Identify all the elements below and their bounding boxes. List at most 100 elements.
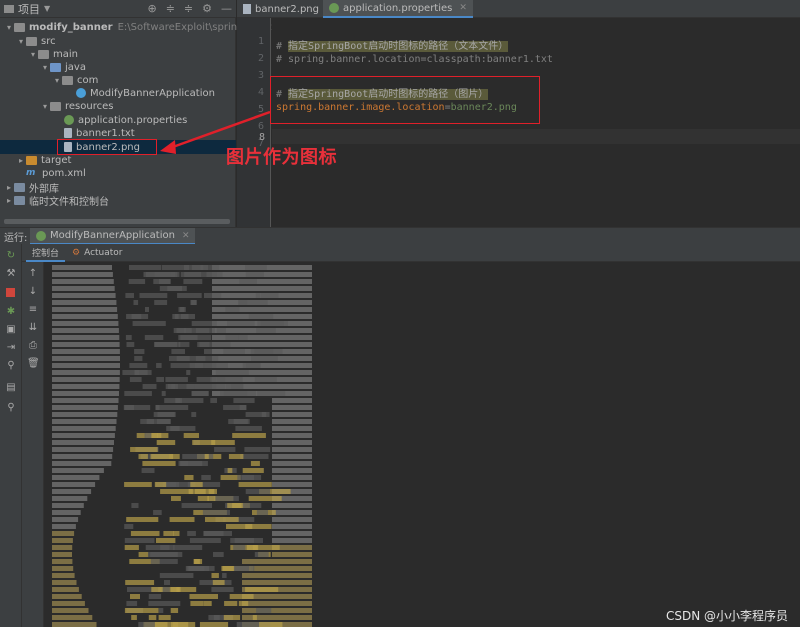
ascii-art-cell [170, 426, 196, 431]
ascii-art-cell [223, 615, 241, 620]
ascii-art-cell [143, 272, 171, 277]
horizontal-scrollbar[interactable] [4, 219, 230, 224]
tree-item-label: java [65, 61, 86, 73]
ascii-art-cell [159, 573, 194, 578]
tab-console[interactable]: 控制台 [26, 244, 66, 262]
ascii-art-cell [260, 321, 284, 326]
scroll-end-icon[interactable]: ⇊ [27, 322, 39, 334]
rerun-icon[interactable]: ↻ [5, 250, 17, 262]
tree-item-label: target [41, 154, 72, 166]
tree-item-resources[interactable]: ▾ resources [40, 99, 113, 113]
ascii-art-cell [52, 307, 118, 312]
pin-icon[interactable]: ⚲ [5, 402, 17, 414]
ascii-art-cell [125, 580, 155, 585]
ascii-art-cell [52, 356, 120, 361]
chevron-down-icon[interactable]: ▾ [4, 23, 14, 32]
ascii-art-cell [159, 279, 171, 284]
ascii-art-cell [52, 405, 118, 410]
ascii-art-cell [175, 398, 182, 403]
hide-icon[interactable]: — [221, 2, 232, 15]
tree-item-main[interactable]: ▾ main [28, 47, 78, 61]
ascii-art-cell [52, 608, 89, 613]
ascii-art-cell [142, 384, 157, 389]
layout-icon[interactable]: ▤ [5, 382, 17, 394]
trash-icon[interactable]: 🗑 [27, 358, 40, 370]
ascii-art-cell [150, 552, 183, 557]
ascii-art-cell [157, 419, 171, 424]
tree-item-modify-banner[interactable]: ▾ modify_banner E:\SoftwareExploit\sprin… [4, 20, 276, 34]
arrow-down-icon[interactable]: ↓ [27, 286, 39, 298]
tree-item-pom-xml[interactable]: m pom.xml [16, 166, 86, 180]
tab-actuator[interactable]: ⚙ Actuator [66, 244, 129, 262]
ascii-art-cell [195, 328, 210, 333]
project-panel-title[interactable]: 项目 [18, 1, 40, 17]
chevron-down-icon[interactable]: ▾ [16, 37, 26, 46]
collapse-all-icon[interactable]: ≑ [166, 2, 175, 15]
tree-item-banner1-txt[interactable]: banner1.txt [54, 126, 135, 140]
stop-icon[interactable] [6, 288, 15, 297]
ascii-art-cell [200, 265, 220, 270]
soft-wrap-icon[interactable]: ≡ [27, 304, 39, 316]
ascii-art-cell [52, 384, 120, 389]
code-line-2[interactable]: # 指定SpringBoot启动时图标的路径（文本文件） [276, 37, 509, 52]
ascii-art-cell [238, 601, 249, 606]
tree-item-label: pom.xml [42, 167, 86, 179]
scratches-icon [14, 195, 25, 205]
current-line-highlight [272, 129, 800, 144]
expand-all-icon[interactable]: ≑ [184, 2, 193, 15]
chevron-down-icon[interactable]: ▾ [28, 50, 38, 59]
exit-icon[interactable]: ⇥ [5, 342, 17, 354]
chevron-right-icon[interactable]: ▸ [4, 183, 14, 192]
ascii-art-cell [206, 272, 223, 277]
ascii-art-cell [214, 447, 236, 452]
ascii-art-cell [158, 615, 171, 620]
ascii-art-cell [164, 580, 170, 585]
debug-icon[interactable]: ✱ [5, 306, 17, 318]
ascii-art-cell [199, 622, 229, 627]
arrow-up-icon[interactable]: ↑ [27, 268, 39, 280]
ascii-art-cell [204, 363, 228, 368]
chevron-down-icon[interactable]: ▾ [40, 102, 50, 111]
chevron-down-icon[interactable]: ▼ [44, 4, 50, 13]
tree-item-java[interactable]: ▾ java [40, 60, 86, 74]
source-folder-icon [50, 62, 61, 72]
code-line-3[interactable]: # spring.banner.location=classpath:banne… [276, 54, 553, 65]
tree-item-src[interactable]: ▾ src [16, 34, 56, 48]
ascii-art-cell [129, 363, 148, 368]
folder-icon [26, 155, 37, 165]
search-icon[interactable]: ⚲ [5, 360, 17, 372]
camera-icon[interactable]: ▣ [5, 324, 17, 336]
chevron-right-icon[interactable]: ▸ [16, 156, 26, 165]
tree-item-modify-banner-application[interactable]: ModifyBannerApplication [66, 86, 215, 100]
tab-application-properties[interactable]: application.properties ✕ [323, 0, 473, 18]
run-tab-modify-banner-application[interactable]: ModifyBannerApplication ✕ [30, 228, 196, 245]
ascii-art-cell [153, 510, 162, 515]
tree-item-scratches[interactable]: ▸ 临时文件和控制台 [4, 193, 109, 208]
ascii-art-cell [52, 440, 114, 445]
run-label: 运行: [4, 232, 28, 244]
ascii-art-cell [52, 370, 120, 375]
ascii-art-cell [173, 531, 180, 536]
gear-icon[interactable]: ⚙ [202, 2, 212, 15]
chevron-down-icon[interactable]: ▾ [52, 76, 62, 85]
ascii-art-cell [272, 426, 312, 431]
tree-item-target[interactable]: ▸ target [16, 153, 71, 167]
image-file-icon [243, 4, 251, 14]
wrench-icon[interactable]: ⚒ [5, 268, 17, 280]
close-icon[interactable]: ✕ [182, 231, 190, 241]
line-number: 2 [257, 53, 264, 64]
ascii-art-cell [227, 468, 233, 473]
ascii-art-cell [272, 503, 312, 508]
chevron-right-icon[interactable]: ▸ [4, 196, 14, 205]
ascii-art-cell [272, 482, 312, 487]
locate-icon[interactable]: ⊕ [147, 2, 156, 15]
ascii-art-cell [177, 293, 202, 298]
close-icon[interactable]: ✕ [459, 3, 467, 13]
ascii-art-cell [131, 503, 139, 508]
ascii-art-cell [191, 412, 197, 417]
tree-item-com[interactable]: ▾ com [52, 73, 98, 87]
ascii-art-cell [52, 475, 100, 480]
chevron-down-icon[interactable]: ▾ [40, 63, 50, 72]
print-icon[interactable]: ⎙ [27, 340, 39, 352]
tree-item-application-properties[interactable]: application.properties [54, 113, 187, 127]
